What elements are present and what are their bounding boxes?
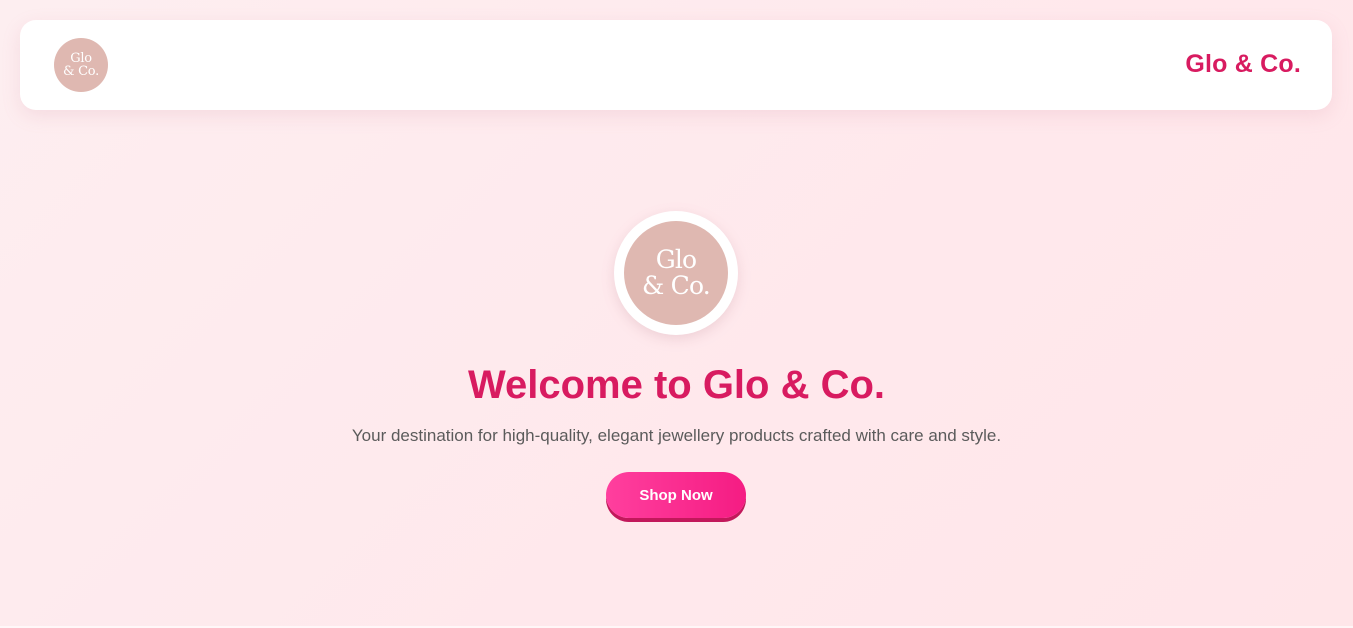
site-header: Glo & Co. Glo & Co. [20,20,1332,110]
hero-logo-line2: & Co. [642,271,711,300]
hero-logo-line1: Glo [655,245,697,274]
hero-logo-frame: Glo & Co. [614,211,738,335]
shop-now-button[interactable]: Shop Now [606,472,746,518]
hero-subtitle: Your destination for high-quality, elega… [351,426,1002,445]
brand-logo[interactable]: Glo & Co. [54,38,108,92]
brand-name[interactable]: Glo & Co. [1185,50,1301,79]
logo-line2: & Co. [63,64,99,79]
hero-title: Welcome to Glo & Co. [467,363,886,407]
hero-logo: Glo & Co. [624,221,728,325]
